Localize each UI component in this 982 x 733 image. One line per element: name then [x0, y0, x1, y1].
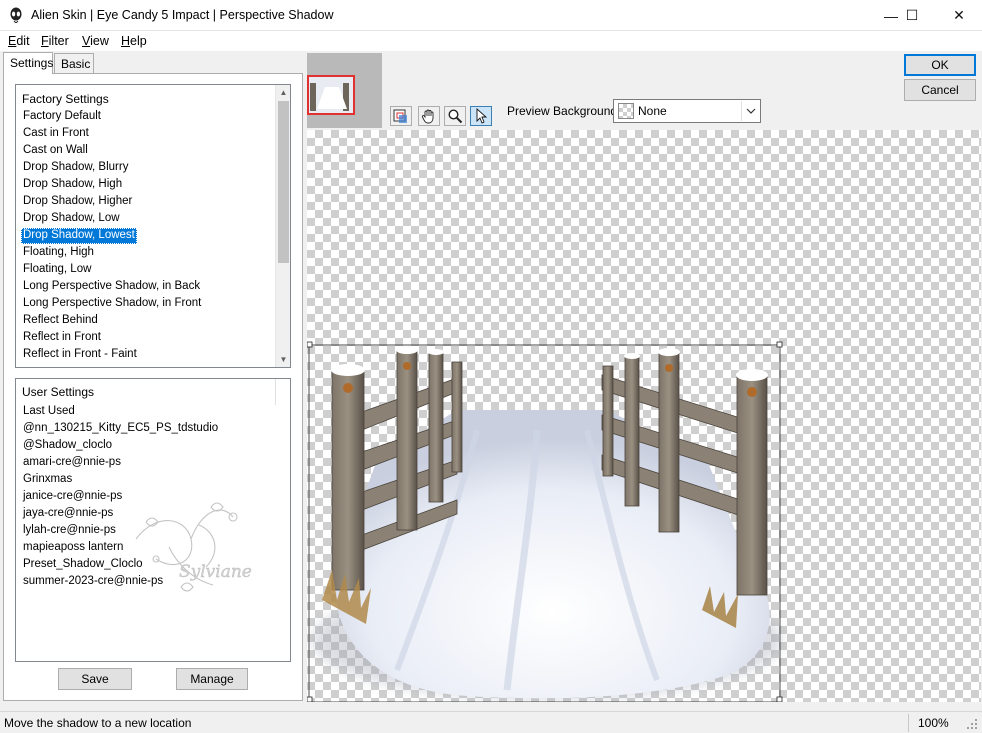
factory-setting-item[interactable]: Factory Default	[21, 109, 103, 125]
zoom-tool[interactable]	[444, 106, 466, 126]
tab-basic[interactable]: Basic	[54, 53, 94, 73]
user-setting-item[interactable]: janice-cre@nnie-ps	[21, 489, 124, 505]
factory-setting-item[interactable]: Reflect Behind	[21, 313, 100, 329]
window-title: Alien Skin | Eye Candy 5 Impact | Perspe…	[31, 8, 334, 22]
menu-filter-rest: ilter	[48, 34, 69, 48]
factory-setting-item[interactable]: Drop Shadow, Blurry	[21, 160, 130, 176]
preview-image	[307, 341, 783, 702]
status-bar: Move the shadow to a new location 100%	[0, 711, 982, 733]
manage-button[interactable]: Manage	[176, 668, 248, 690]
status-divider	[908, 714, 909, 732]
cancel-button[interactable]: Cancel	[904, 79, 976, 101]
factory-setting-item[interactable]: Floating, High	[21, 245, 96, 261]
navigator-tool[interactable]	[390, 106, 412, 126]
factory-setting-item[interactable]: Reflect in Front	[21, 330, 103, 346]
chevron-down-icon	[746, 108, 755, 114]
user-settings-list[interactable]: User Settings Last Used @nn_130215_Kitty_…	[15, 378, 291, 662]
menu-edit[interactable]: Edit	[8, 34, 30, 48]
dropdown-button[interactable]	[741, 101, 759, 121]
ok-button[interactable]: OK	[904, 54, 976, 76]
factory-setting-item[interactable]: Drop Shadow, Lowest	[21, 228, 137, 244]
factory-setting-item[interactable]: Drop Shadow, High	[21, 177, 124, 193]
menu-view-accel: V	[82, 34, 91, 48]
menu-bar: Edit Filter View Help	[0, 31, 982, 51]
transparency-swatch-icon	[618, 103, 634, 119]
save-button[interactable]: Save	[58, 668, 132, 690]
alien-skin-icon	[10, 7, 22, 23]
menu-view[interactable]: View	[82, 34, 109, 48]
user-settings-header: User Settings	[22, 385, 95, 399]
user-setting-item[interactable]: jaya-cre@nnie-ps	[21, 506, 115, 522]
factory-setting-item[interactable]: Long Perspective Shadow, in Front	[21, 296, 203, 312]
user-setting-item[interactable]: Grinxmas	[21, 472, 74, 488]
menu-filter-accel: F	[41, 34, 49, 48]
user-setting-item[interactable]: amari-cre@nnie-ps	[21, 455, 123, 471]
close-button[interactable]: ✕	[936, 0, 982, 31]
header-divider	[275, 379, 276, 405]
preview-background-value: None	[638, 104, 667, 118]
arrow-icon	[476, 108, 488, 124]
factory-setting-item[interactable]: Drop Shadow, Low	[21, 211, 122, 227]
title-bar: Alien Skin | Eye Candy 5 Impact | Perspe…	[0, 0, 982, 31]
sylviane-watermark: Sylviane	[135, 502, 252, 592]
user-setting-item[interactable]: @Shadow_cloclo	[21, 438, 114, 454]
watermark-text: Sylviane	[179, 562, 252, 582]
maximize-icon: ☐	[905, 7, 919, 23]
factory-setting-item[interactable]: Reflect in Front - Faint	[21, 347, 139, 363]
factory-setting-item[interactable]: Long Perspective Shadow, in Back	[21, 279, 202, 295]
menu-filter[interactable]: Filter	[41, 34, 69, 48]
menu-help[interactable]: Help	[121, 34, 147, 48]
factory-settings-header: Factory Settings	[22, 92, 109, 106]
navigator-view-rect[interactable]	[307, 75, 355, 115]
settings-panel: Factory Settings Factory Default Cast in …	[3, 73, 303, 701]
hand-icon	[421, 109, 434, 124]
preview-canvas[interactable]	[307, 130, 981, 702]
factory-setting-item[interactable]: Cast on Wall	[21, 143, 90, 159]
resize-grip-icon[interactable]	[966, 718, 978, 730]
scroll-thumb[interactable]	[278, 101, 289, 263]
zoom-level: 100%	[918, 716, 949, 730]
hand-tool[interactable]	[418, 106, 440, 126]
factory-settings-list[interactable]: Factory Settings Factory Default Cast in …	[15, 84, 291, 368]
preview-background-label: Preview Background:	[507, 104, 621, 118]
scroll-up-icon[interactable]: ▲	[276, 85, 290, 100]
close-icon: ✕	[953, 7, 965, 23]
arrow-tool[interactable]	[470, 106, 492, 126]
status-message: Move the shadow to a new location	[4, 716, 192, 730]
user-setting-item[interactable]: @nn_130215_Kitty_EC5_PS_tdstudio	[21, 421, 220, 437]
menu-help-rest: elp	[130, 34, 147, 48]
scroll-down-icon[interactable]: ▼	[276, 352, 290, 367]
user-setting-item[interactable]: mapieaposs lantern	[21, 540, 125, 556]
maximize-button[interactable]: ☐	[889, 0, 935, 31]
zoom-icon	[448, 109, 463, 124]
factory-setting-item[interactable]: Floating, Low	[21, 262, 93, 278]
preview-background-dropdown[interactable]: None	[613, 99, 761, 123]
menu-help-accel: H	[121, 34, 131, 48]
navigator-icon	[393, 109, 407, 123]
tab-settings[interactable]: Settings	[3, 52, 53, 74]
factory-setting-item[interactable]: Cast in Front	[21, 126, 91, 142]
menu-view-rest: iew	[90, 34, 109, 48]
user-setting-item[interactable]: lylah-cre@nnie-ps	[21, 523, 118, 539]
user-setting-item[interactable]: Last Used	[21, 404, 77, 420]
factory-list-scrollbar[interactable]: ▲ ▼	[275, 85, 290, 367]
menu-edit-rest: dit	[16, 34, 30, 48]
factory-setting-item[interactable]: Drop Shadow, Higher	[21, 194, 134, 210]
